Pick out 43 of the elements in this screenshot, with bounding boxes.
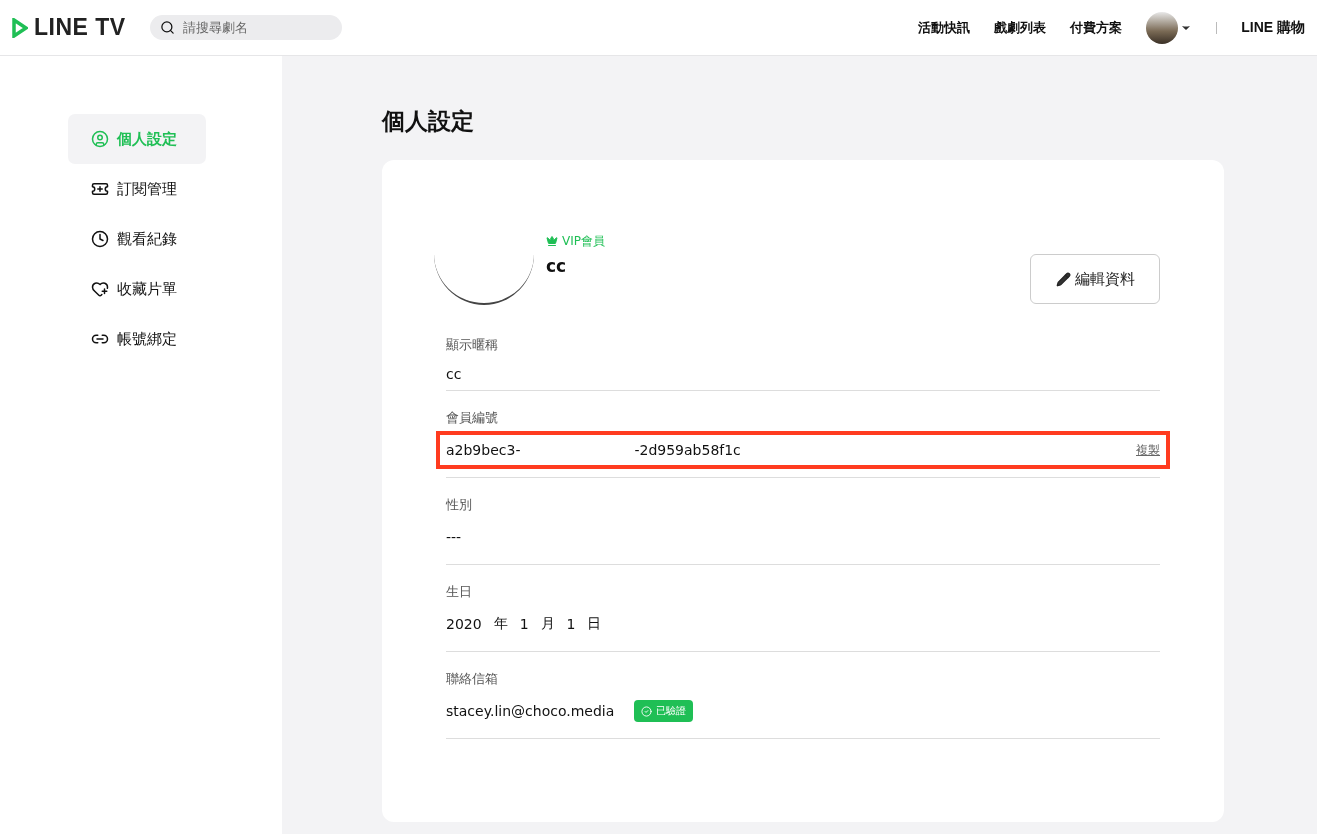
sidebar-item[interactable]: 帳號綁定	[68, 314, 206, 364]
field-label: 聯絡信箱	[446, 670, 499, 688]
search-field[interactable]: 請搜尋劇名	[149, 15, 342, 40]
date-part: 1	[566, 616, 576, 632]
field-value: a2b9bec3-	[446, 442, 521, 458]
field-value: -2d959ab58f1c	[634, 442, 741, 458]
nav-link[interactable]: 付費方案	[1070, 18, 1123, 37]
field-value: cc	[446, 366, 462, 383]
vip-label: VIP會員	[562, 232, 605, 250]
brand-logo: LINE TV	[34, 14, 126, 41]
date-part: 月	[540, 615, 555, 633]
sidebar-icon	[91, 130, 109, 148]
date-part: 2020	[446, 616, 482, 632]
copy-link[interactable]: 複製	[1136, 441, 1160, 459]
shopping-link[interactable]: LINE 購物	[1241, 18, 1305, 37]
page-title: 個人設定	[382, 107, 475, 136]
sidebar-item[interactable]: 觀看紀錄	[68, 214, 206, 264]
field-label: 性別	[446, 496, 473, 514]
avatar-photo[interactable]	[1146, 11, 1179, 44]
sidebar-item[interactable]: 收藏片單	[68, 264, 206, 314]
search-icon	[159, 20, 175, 35]
verified-badge: 已驗證	[634, 700, 694, 722]
date-part: 年	[493, 615, 508, 633]
date-part: 日	[587, 615, 602, 633]
date-part: 1	[519, 616, 529, 632]
edit-profile-button[interactable]: 編輯資料	[1030, 254, 1160, 304]
crown-icon	[546, 235, 558, 247]
sidebar-icon	[91, 280, 109, 298]
sidebar-icon	[91, 180, 109, 198]
field-value: stacey.lin@choco.media	[446, 703, 615, 719]
field-label: 顯示暱稱	[446, 336, 499, 354]
field-value: ---	[446, 529, 462, 545]
pencil-icon	[1055, 271, 1071, 287]
sidebar-icon	[91, 230, 109, 248]
check-icon	[641, 705, 653, 717]
field-label: 會員編號	[446, 409, 499, 427]
field-label: 生日	[446, 583, 473, 601]
user-name: cc	[546, 255, 568, 276]
search-input[interactable]: 請搜尋劇名	[180, 19, 325, 36]
nav-link[interactable]: 活動快訊	[918, 18, 971, 37]
sidebar-item[interactable]: 訂閱管理	[68, 164, 206, 214]
play-logo-icon	[12, 17, 28, 38]
nav-link[interactable]: 戲劇列表	[994, 18, 1047, 37]
